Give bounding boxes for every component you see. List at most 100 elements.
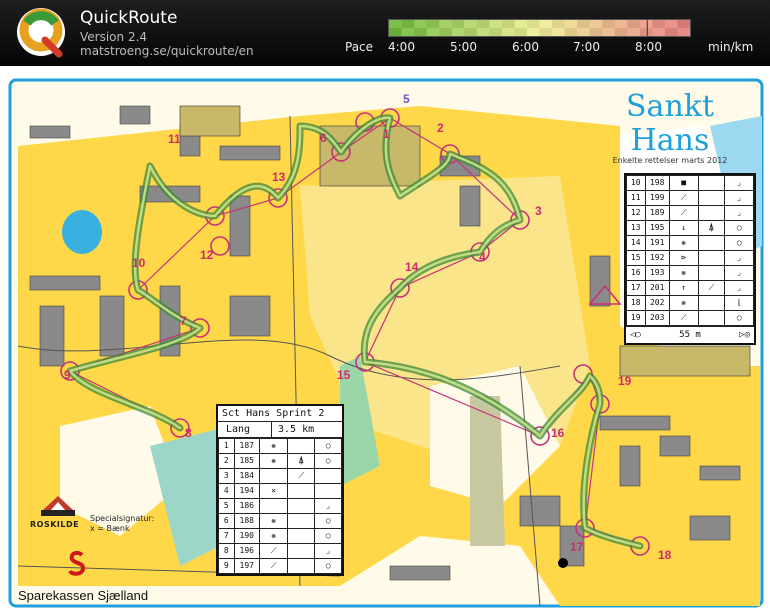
description-cell <box>697 265 726 281</box>
description-cell: 14 <box>626 235 646 251</box>
control-number-3: 3 <box>535 204 542 218</box>
description-cell: ❋ <box>258 438 289 454</box>
description-cell: ❋ <box>258 513 289 529</box>
description-cell <box>258 468 289 484</box>
pace-scale-cell <box>451 20 465 28</box>
description-cell: 203 <box>644 310 670 326</box>
description-cell: ❋ <box>668 265 699 281</box>
lake <box>62 210 102 254</box>
pace-scale-cell <box>439 28 453 36</box>
pace-scale-cell <box>426 28 440 36</box>
pace-scale-cell <box>664 28 678 36</box>
control-number-19: 19 <box>618 374 632 388</box>
description-cell: 6 <box>218 513 235 529</box>
pace-scale-cell <box>652 20 666 28</box>
description-cell: ○ <box>724 235 754 251</box>
description-cell: ○ <box>724 310 754 326</box>
app-url[interactable]: matstroeng.se/quickroute/en <box>80 44 254 58</box>
description-cell: 15 <box>626 250 646 266</box>
description-cell: 202 <box>644 295 670 311</box>
pace-scale-cell <box>514 20 528 28</box>
pace-scale-cell <box>401 20 415 28</box>
start-dot <box>558 558 568 568</box>
description-row: 11 199 ⟋ ⌟ <box>626 190 754 206</box>
description-cell: 184 <box>233 468 260 484</box>
description-footer: ◁○ 55 m ▷◎ <box>626 326 754 343</box>
club-name: ROSKILDE <box>30 520 80 529</box>
description-cell: ○ <box>314 528 342 544</box>
description-cell: 195 <box>644 220 670 236</box>
description-row: 10 198 ■ ⌟ <box>626 175 754 191</box>
pace-scale-cell <box>539 28 553 36</box>
pace-tick-800: 8:00 <box>635 40 662 54</box>
control-number-5: 5 <box>403 92 410 106</box>
description-cell: 17 <box>626 280 646 296</box>
description-cell: 4 <box>218 483 235 499</box>
special-symbol-note: Specialsignatur: x = Bænk <box>90 514 155 533</box>
description-cell: 8 <box>218 543 235 559</box>
description-row: 5 186 ⌟ <box>218 498 342 514</box>
pace-scale-cell <box>639 28 653 36</box>
pace-color-scale <box>388 19 691 37</box>
description-cell: ○ <box>314 513 342 529</box>
description-cell: 11 <box>626 190 646 206</box>
description-cell: 186 <box>233 498 260 514</box>
description-row: 14 191 ❋ ○ <box>626 235 754 251</box>
description-cell: ❋ <box>668 235 699 251</box>
description-row: 6 188 ❋ ○ <box>218 513 342 529</box>
app-title: QuickRoute <box>80 8 178 28</box>
control-description-main: Sct Hans Sprint 2 Lang 3.5 km 1 187 ❋ ○ 2 185… <box>216 404 344 576</box>
description-table-main: 1 187 ❋ ○ 2 185 ❋ ⍋ ○ 3 184 ⟋ 4 194 ✕ 5 186 ⌟ 6 188 ❋ ○ 7 190 ❋ ○… <box>218 438 342 574</box>
course-class: Lang <box>218 422 272 437</box>
control-number-4: 4 <box>479 250 486 264</box>
description-cell: 187 <box>233 438 260 454</box>
control-number-10: 10 <box>132 256 146 270</box>
description-cell: 16 <box>626 265 646 281</box>
description-cell: ⟋ <box>668 205 699 221</box>
description-cell: ⌟ <box>724 250 754 266</box>
pace-scale-cell <box>464 28 478 36</box>
description-row: 18 202 ❋ ⌊ <box>626 295 754 311</box>
description-cell: 194 <box>233 483 260 499</box>
pace-scale-cell <box>389 20 403 28</box>
description-cell <box>287 528 316 544</box>
description-cell: 13 <box>626 220 646 236</box>
app-header: QuickRoute Version 2.4 matstroeng.se/qui… <box>0 0 770 66</box>
control-number-15: 15 <box>337 368 351 382</box>
pace-scale-cell <box>577 28 591 36</box>
control-number-13: 13 <box>272 170 286 184</box>
bank-name: Sparekassen Sjælland <box>18 588 149 603</box>
description-cell: 7 <box>218 528 235 544</box>
description-cell: 196 <box>233 543 260 559</box>
description-cell: ⌟ <box>314 498 342 514</box>
pace-scale-cell <box>464 20 478 28</box>
description-cell: ✕ <box>258 483 289 499</box>
description-row: 13 195 ↓ ⍋ ○ <box>626 220 754 236</box>
description-cell: ❋ <box>258 528 289 544</box>
pace-scale-cell <box>564 20 578 28</box>
map-canvas[interactable]: 1 2 3 4 5 6 7 8 9 10 11 12 13 14 15 16 1… <box>0 66 770 610</box>
description-cell <box>697 250 726 266</box>
description-cell <box>287 438 316 454</box>
description-cell: 2 <box>218 453 235 469</box>
description-cell: 10 <box>626 175 646 191</box>
pace-tick-500: 5:00 <box>450 40 477 54</box>
finish-distance: 55 m <box>679 330 701 340</box>
description-cell: 1 <box>218 438 235 454</box>
description-cell: ⟋ <box>258 543 289 559</box>
description-cell: ⌟ <box>724 280 754 296</box>
pace-scale-cell <box>614 28 628 36</box>
control-number-1: 1 <box>383 127 390 141</box>
description-cell: 191 <box>644 235 670 251</box>
pace-scale-cell <box>526 28 540 36</box>
description-cell: ○ <box>314 453 342 469</box>
pace-scale-cell <box>677 28 690 36</box>
control-number-12: 12 <box>200 248 214 262</box>
description-row: 9 197 ⟋ ○ <box>218 558 342 574</box>
description-cell <box>314 483 342 499</box>
description-row: 1 187 ❋ ○ <box>218 438 342 454</box>
description-row: 4 194 ✕ <box>218 483 342 499</box>
pace-scale-cell <box>564 28 578 36</box>
description-cell: ↑ <box>668 280 699 296</box>
description-cell: ⟋ <box>668 190 699 206</box>
